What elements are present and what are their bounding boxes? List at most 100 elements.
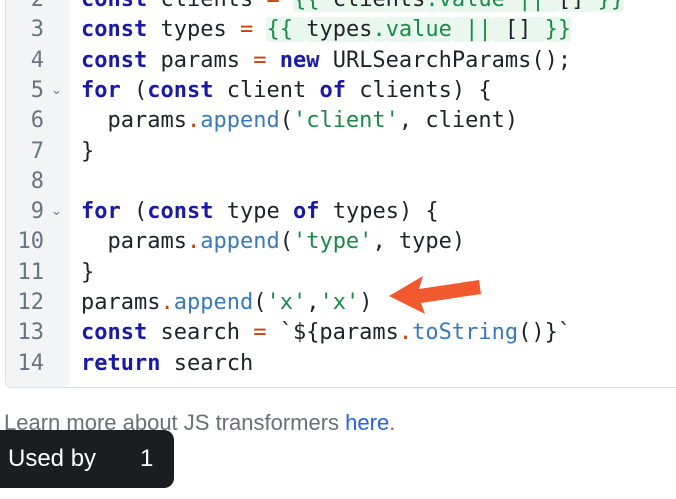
code-token: ) (359, 290, 373, 315)
code-token: } (81, 138, 95, 164)
code-token: = (266, 0, 279, 12)
used-by-badge[interactable]: Used by 1 (0, 430, 174, 488)
line-code: const params = new URLSearchParams(); (81, 46, 571, 76)
line-number: 13 (17, 320, 45, 346)
code-token: ( (279, 108, 293, 134)
code-token: params (81, 108, 187, 134)
code-token: , (306, 290, 320, 315)
line-number: 4 (30, 47, 44, 73)
code-token: URLSearchParams(); (319, 47, 572, 73)
line-number: 7 (30, 138, 44, 164)
code-line[interactable]: 6 params.append('client', client) (6, 106, 676, 136)
code-token: append (200, 108, 280, 134)
line-code: for (const type of types) { (81, 197, 439, 227)
line-number: 5 (30, 77, 44, 103)
code-token: clients (332, 0, 426, 12)
code-line[interactable]: 10 params.append('type', type) (6, 227, 676, 257)
code-token: clients (147, 0, 266, 12)
code-line[interactable]: 12 params.append('x','x') (6, 288, 676, 318)
code-token: . (186, 108, 201, 134)
line-code: for (const client of clients) { (81, 76, 492, 106)
chevron-down-icon[interactable]: ⌄ (51, 197, 65, 227)
used-by-label: Used by (8, 445, 97, 472)
code-token: . (425, 0, 439, 12)
code-token: value (385, 17, 452, 43)
code-token: || (518, 0, 558, 12)
line-number: 10 (17, 229, 45, 255)
line-number: 6 (30, 108, 44, 134)
code-token: {{ (292, 0, 333, 12)
code-token: search (160, 350, 254, 376)
code-line[interactable]: 3 const types = {{ types.value || [] }} (6, 15, 676, 45)
code-token: }} (597, 0, 625, 12)
code-token: types (147, 17, 240, 43)
code-token: = (253, 47, 267, 73)
code-token: ()}` (518, 320, 572, 346)
chevron-down-icon[interactable]: ⌄ (51, 76, 65, 106)
code-token: 'x' (266, 290, 307, 315)
line-number: 2 (6, 0, 44, 15)
code-line[interactable]: 8 (6, 167, 676, 197)
line-number: 14 (17, 350, 45, 376)
code-token: toString (412, 320, 519, 346)
line-code: params.append('client', client) (81, 106, 518, 136)
code-line[interactable]: 2 const clients = {{ clients.value || [] … (6, 0, 676, 15)
code-token: 'x' (319, 290, 360, 315)
code-token: = (239, 17, 254, 43)
code-token: 'type' (292, 229, 373, 255)
code-token: const (81, 17, 148, 43)
code-token: {{ (266, 17, 307, 43)
line-code: return search (81, 349, 253, 379)
code-token: . (186, 229, 201, 255)
code-token: types) { (319, 199, 439, 225)
line-code: params.append('x','x') (81, 288, 372, 318)
code-token: ( (120, 199, 148, 225)
code-line[interactable]: 7} (6, 137, 676, 167)
code-token: value (438, 0, 519, 12)
line-number: 3 (30, 17, 44, 43)
code-token: of (319, 77, 346, 103)
code-line[interactable]: 14 return search (6, 349, 676, 379)
code-token: . (160, 290, 174, 315)
code-line[interactable]: 11} (6, 258, 676, 288)
code-line[interactable]: 4 const params = new URLSearchParams(); (6, 46, 676, 76)
line-number: 11 (17, 259, 45, 285)
code-token: 'client' (292, 108, 399, 134)
line-number: 12 (17, 290, 45, 315)
code-token: append (173, 290, 254, 315)
line-code: const search = `${params.toString()}` (81, 318, 571, 348)
code-token: ( (253, 290, 267, 315)
code-token: [] (491, 17, 545, 43)
code-token: , type) (372, 229, 466, 255)
footer-here-link[interactable]: here (345, 410, 389, 435)
code-line[interactable]: 9 ⌄ for (const type of types) { (6, 197, 676, 227)
code-token: const (81, 0, 147, 12)
line-number: 9 (30, 199, 44, 225)
code-line[interactable]: 5 ⌄ for (const client of clients) { (6, 76, 676, 106)
line-code: } (81, 137, 94, 167)
code-line[interactable]: 13 const search = `${params.toString()}` (6, 318, 676, 348)
line-code: params.append('type', type) (81, 227, 465, 257)
code-token: const (147, 199, 214, 225)
code-editor[interactable]: 2 const clients = {{ clients.value || [] … (5, 0, 676, 388)
code-token: new (279, 47, 320, 73)
code-token: for (81, 77, 121, 103)
code-token: return (81, 350, 161, 376)
code-token: . (372, 17, 386, 43)
code-token: types (306, 17, 373, 43)
code-token: type (213, 199, 293, 225)
code-token: || (465, 17, 492, 43)
code-token: . (398, 320, 413, 346)
line-code: const clients = {{ clients.value || [] }… (81, 0, 625, 15)
line-code: const types = {{ types.value || [] }} (81, 15, 572, 45)
code-token: } (81, 259, 95, 285)
code-token: client (213, 77, 320, 103)
code-token: `${params (266, 320, 399, 346)
line-code: } (81, 258, 94, 288)
code-token: ( (279, 229, 293, 255)
used-by-count: 1 (140, 445, 154, 472)
code-token: = (253, 320, 267, 346)
code-token: search (147, 320, 254, 346)
